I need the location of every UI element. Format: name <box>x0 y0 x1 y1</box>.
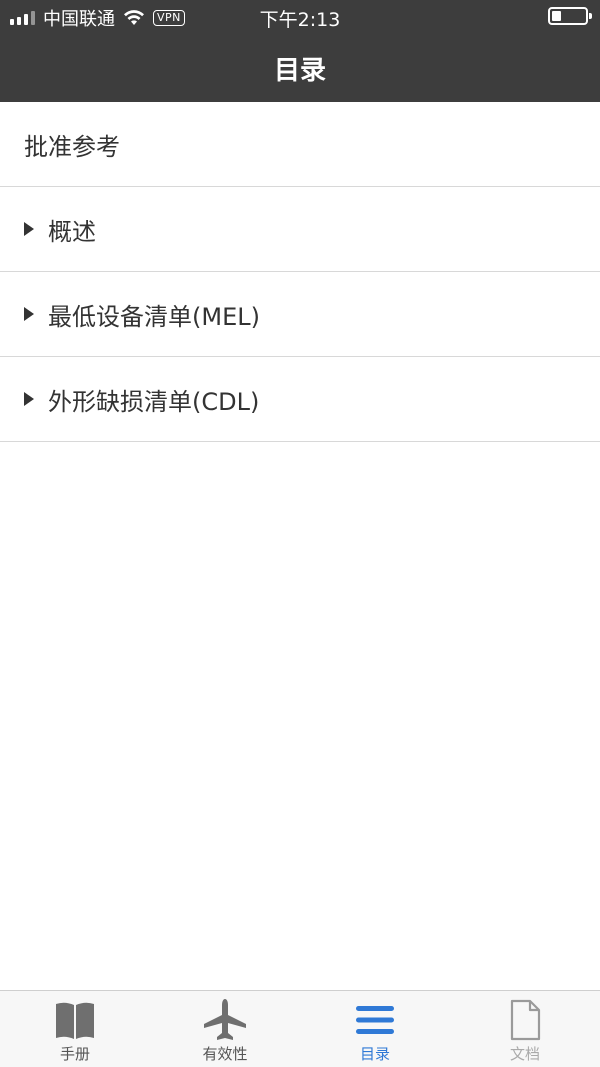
tab-label: 有效性 <box>202 1045 248 1063</box>
page-title: 目录 <box>273 56 326 86</box>
expand-triangle-icon <box>24 392 34 406</box>
expand-triangle-icon <box>24 307 34 321</box>
toc-item-overview[interactable]: 概述 <box>0 187 600 272</box>
toc-list: 批准参考 概述 最低设备清单(MEL) 外形缺损清单(CDL) <box>0 102 600 442</box>
tab-effectivity[interactable]: 有效性 <box>150 991 300 1067</box>
toc-item-label: 外形缺损清单(CDL) <box>48 387 260 416</box>
tab-label: 文档 <box>509 1045 540 1063</box>
battery-icon <box>548 7 592 25</box>
book-icon <box>56 1002 94 1039</box>
toc-item-label: 批准参考 <box>24 132 120 161</box>
tab-documents[interactable]: 文档 <box>450 991 600 1067</box>
tab-label: 手册 <box>59 1045 90 1063</box>
toc-item-approval-reference[interactable]: 批准参考 <box>0 102 600 187</box>
list-icon <box>356 1006 394 1034</box>
top-bar: 中国联通 VPN 下午2:13 目录 <box>0 0 600 102</box>
document-icon <box>510 999 541 1041</box>
toc-item-cdl[interactable]: 外形缺损清单(CDL) <box>0 357 600 442</box>
toc-item-mel[interactable]: 最低设备清单(MEL) <box>0 272 600 357</box>
tab-manual[interactable]: 手册 <box>0 991 150 1067</box>
tab-label: 目录 <box>359 1045 390 1063</box>
toc-item-label: 概述 <box>48 217 96 246</box>
toc-item-label: 最低设备清单(MEL) <box>48 302 260 331</box>
expand-triangle-icon <box>24 222 34 236</box>
status-time: 下午2:13 <box>259 9 341 31</box>
tab-toc[interactable]: 目录 <box>300 991 450 1067</box>
tab-bar: 手册 有效性 目录 文档 <box>0 990 600 1067</box>
status-bar: 中国联通 VPN 下午2:13 <box>0 0 600 32</box>
airplane-icon <box>204 999 246 1040</box>
